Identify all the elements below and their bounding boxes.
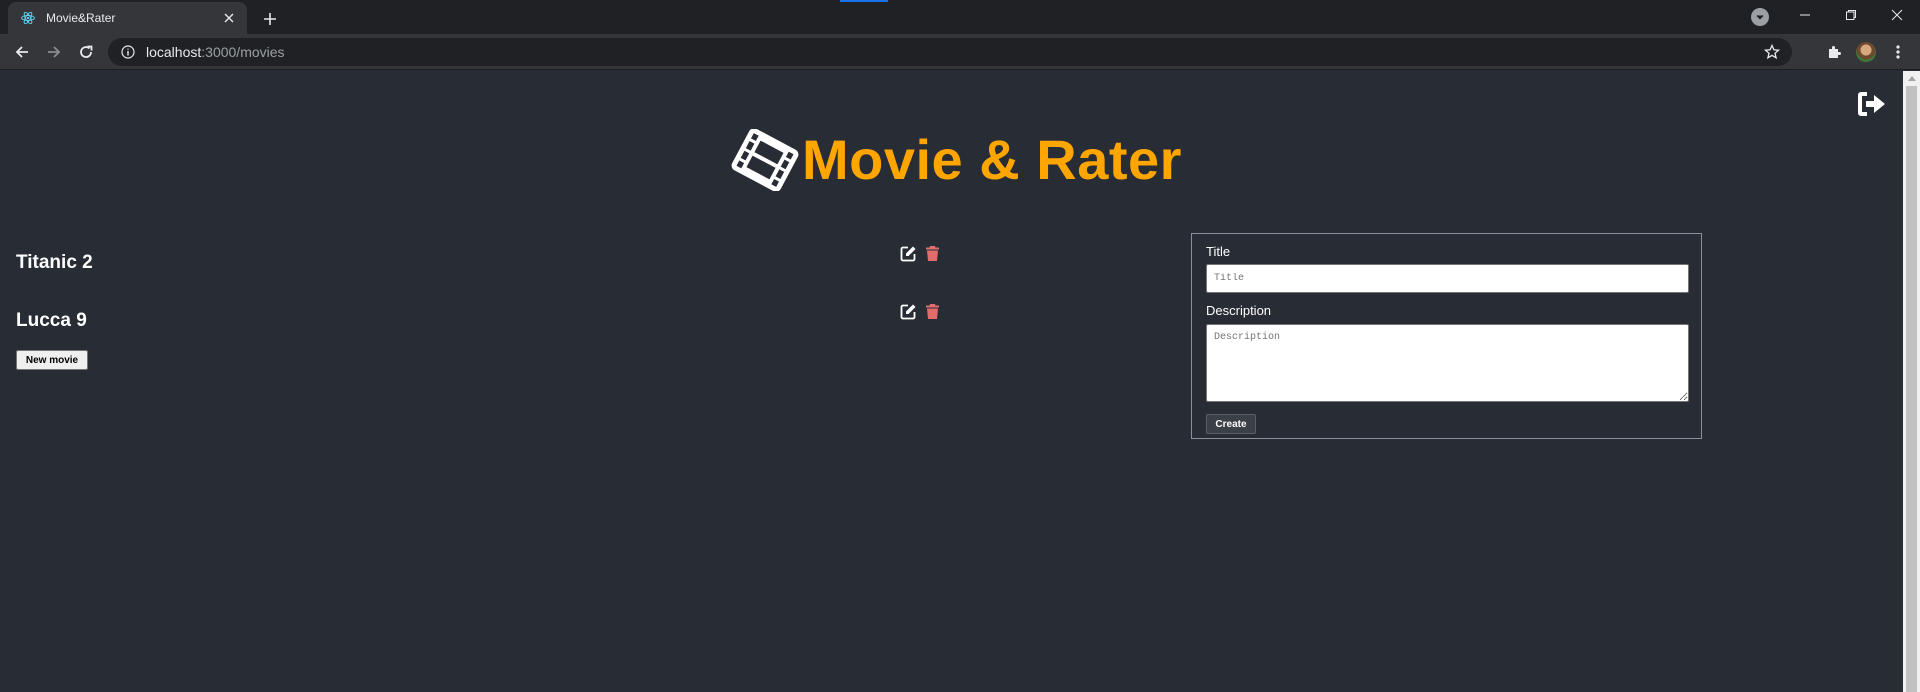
tab-search-chevron-icon[interactable] (1751, 8, 1769, 26)
page-title: Movie & Rater (802, 128, 1182, 191)
movie-list-item: Lucca 9 (16, 310, 87, 332)
back-arrow-icon[interactable] (10, 40, 34, 64)
edit-icon[interactable] (900, 303, 917, 320)
app-page: Movie & Rater Titanic 2 Lucca 9 New movi… (0, 71, 1903, 692)
trash-icon[interactable] (925, 303, 942, 320)
browser-toolbar: localhost:3000/movies (0, 34, 1920, 70)
profile-avatar[interactable] (1856, 42, 1876, 62)
window-controls (1782, 0, 1920, 30)
trash-icon[interactable] (925, 245, 942, 262)
tab-close-icon[interactable] (221, 10, 237, 26)
react-favicon-icon (20, 10, 36, 26)
restore-icon[interactable] (1828, 0, 1874, 30)
movie-form: Title Description Create (1191, 233, 1702, 439)
page-scrollbar[interactable] (1903, 71, 1920, 692)
app-header: Movie & Rater (730, 127, 1182, 192)
movie-title[interactable]: Titanic 2 (16, 252, 93, 274)
title-label: Title (1206, 244, 1231, 259)
reload-icon[interactable] (74, 40, 98, 64)
forward-arrow-icon[interactable] (42, 40, 66, 64)
minimize-icon[interactable] (1782, 0, 1828, 30)
sign-out-icon[interactable] (1855, 88, 1887, 120)
create-button[interactable]: Create (1206, 414, 1256, 434)
tab-drag-indicator (840, 0, 888, 2)
title-input[interactable] (1206, 264, 1689, 293)
movie-title[interactable]: Lucca 9 (16, 310, 87, 332)
movie-row-actions (900, 303, 942, 320)
edit-icon[interactable] (900, 245, 917, 262)
bookmark-star-icon[interactable] (1763, 43, 1781, 60)
address-bar[interactable]: localhost:3000/movies (108, 38, 1792, 66)
browser-tabstrip: Movie&Rater (0, 0, 1920, 34)
new-movie-button[interactable]: New movie (16, 350, 88, 370)
browser-tab-active[interactable]: Movie&Rater (8, 2, 247, 34)
scroll-up-arrow-icon[interactable] (1903, 71, 1920, 85)
url-host: localhost (146, 44, 202, 60)
url-path: :3000/movies (201, 44, 285, 60)
extensions-puzzle-icon[interactable] (1822, 40, 1846, 64)
close-window-icon[interactable] (1874, 0, 1920, 30)
tab-title: Movie&Rater (46, 11, 116, 25)
site-info-icon[interactable] (120, 44, 136, 60)
kebab-menu-icon[interactable] (1886, 40, 1910, 64)
film-icon (730, 127, 800, 192)
description-label: Description (1206, 303, 1272, 318)
scrollbar-thumb[interactable] (1906, 86, 1917, 692)
movie-list-item: Titanic 2 (16, 252, 93, 274)
description-textarea[interactable] (1206, 324, 1689, 402)
movie-row-actions (900, 245, 942, 262)
new-tab-plus-icon[interactable] (258, 7, 282, 31)
